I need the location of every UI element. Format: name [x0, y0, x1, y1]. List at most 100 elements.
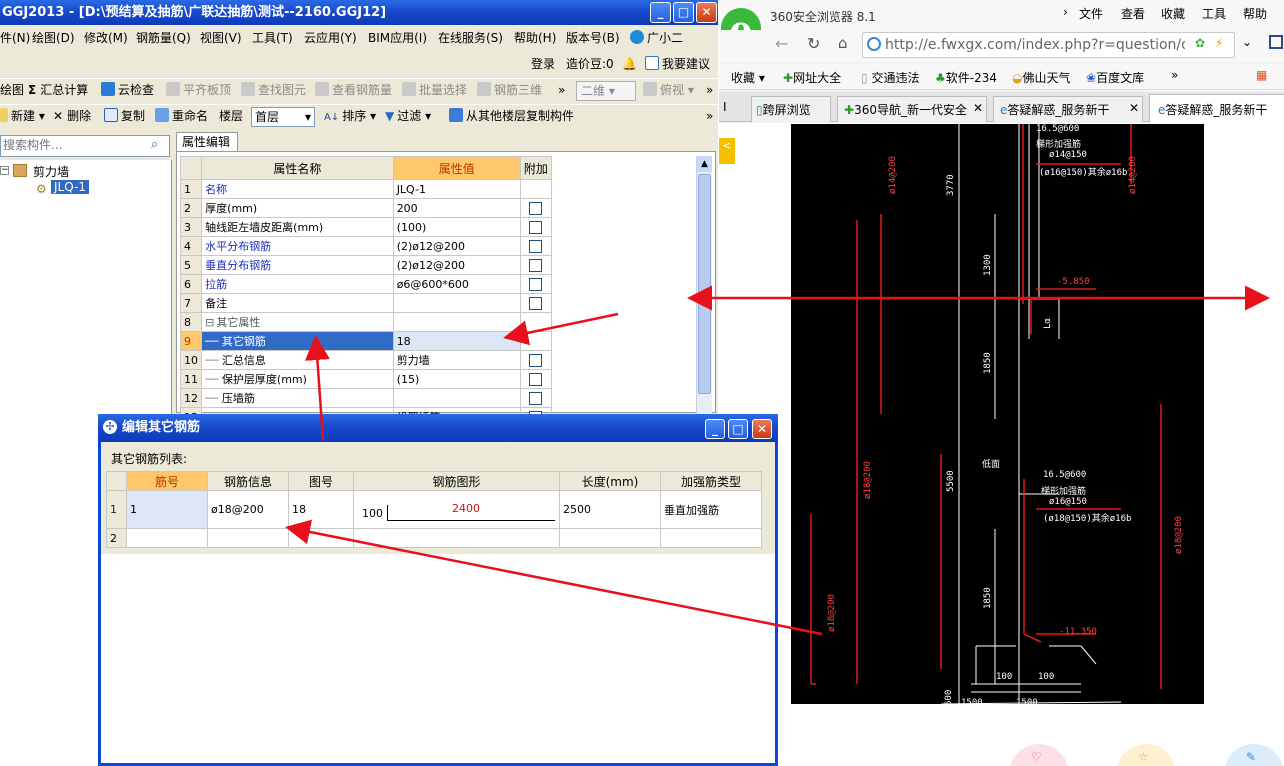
- property-value-cell[interactable]: (2)ø12@200: [392, 255, 521, 275]
- tab-360-nav[interactable]: ✚360导航_新一代安全 ✕: [837, 96, 987, 122]
- rebar-figure-cell[interactable]: 18: [288, 490, 354, 529]
- property-name-cell[interactable]: 厚度(mm): [201, 198, 394, 218]
- bookmark-site-nav[interactable]: ✚网址大全: [783, 69, 841, 86]
- menu-help[interactable]: 帮助(H): [514, 26, 556, 50]
- menu-bim[interactable]: BIM应用(I): [368, 26, 427, 50]
- scroll-thumb[interactable]: [698, 174, 711, 394]
- menu-tools[interactable]: 工具(T): [252, 26, 293, 50]
- tab-qa-1[interactable]: e答疑解惑_服务新干 ✕: [993, 96, 1143, 122]
- tree-collapse-icon[interactable]: −: [0, 166, 9, 175]
- menu-cloud[interactable]: 云应用(Y): [304, 26, 357, 50]
- group-collapse-icon[interactable]: ⊟: [205, 316, 214, 329]
- suggest-button[interactable]: 我要建议: [645, 52, 710, 76]
- property-row[interactable]: 9 ── 其它钢筋 18: [179, 331, 553, 351]
- rebar-info-cell[interactable]: ø18@200: [207, 490, 289, 529]
- scroll-up-icon[interactable]: ▲: [697, 156, 712, 172]
- menu-guangxiaoer[interactable]: 广小二: [630, 26, 683, 50]
- property-scrollbar[interactable]: ▲: [696, 156, 712, 414]
- tab-close-icon-2[interactable]: ✕: [1129, 101, 1139, 115]
- property-value-cell[interactable]: 200: [392, 198, 521, 218]
- rebar-type-cell[interactable]: [660, 528, 762, 548]
- property-name-cell[interactable]: 拉筋: [201, 274, 394, 294]
- close-button[interactable]: ✕: [696, 2, 717, 23]
- rebar-row[interactable]: 2: [106, 528, 762, 548]
- property-row[interactable]: 3 轴线距左墙皮距离(mm) (100): [179, 217, 553, 237]
- menu-online[interactable]: 在线服务(S): [438, 26, 503, 50]
- extra-checkbox[interactable]: [529, 296, 543, 310]
- dialog-close-button[interactable]: ✕: [752, 419, 772, 439]
- rebar-bar-no-cell[interactable]: 1: [126, 490, 208, 529]
- extra-checkbox[interactable]: [529, 201, 543, 215]
- rename-button[interactable]: 重命名: [155, 105, 208, 127]
- sort-button[interactable]: A↓ 排序 ▾: [324, 105, 376, 129]
- menu-help-browser[interactable]: 帮助: [1243, 5, 1267, 22]
- extra-checkbox[interactable]: [529, 239, 543, 253]
- property-value-cell[interactable]: ø6@600*600: [392, 274, 521, 294]
- extra-checkbox[interactable]: [529, 258, 543, 272]
- ggj-title-bar[interactable]: GGJ2013 - [D:\预结算及抽筋\广联达抽筋\测试--2160.GGJ1…: [0, 0, 718, 25]
- maximize-button[interactable]: □: [673, 2, 694, 23]
- bookmark-more-icon[interactable]: »: [1171, 68, 1178, 82]
- property-name-cell[interactable]: ── 其它钢筋: [201, 331, 394, 351]
- menu-edit[interactable]: 修改(M): [84, 26, 128, 50]
- property-value-cell[interactable]: [392, 388, 521, 408]
- top-view-button[interactable]: 俯视 ▾: [643, 79, 694, 101]
- property-row[interactable]: 1 名称 JLQ-1: [179, 179, 553, 199]
- menu-version[interactable]: 版本号(B): [566, 26, 620, 50]
- rebar-row[interactable]: 1 1 ø18@200 18 100 2400 2500 垂直加强筋: [106, 490, 762, 529]
- extension-icon[interactable]: [1269, 35, 1283, 49]
- dialog-maximize-button[interactable]: □: [728, 419, 748, 439]
- property-name-cell[interactable]: 垂直分布钢筋: [201, 255, 394, 275]
- property-row[interactable]: 4 水平分布钢筋 (2)ø12@200: [179, 236, 553, 256]
- property-value-cell[interactable]: (2)ø12@200: [392, 236, 521, 256]
- bell-icon[interactable]: 🔔: [622, 52, 637, 76]
- menu-view-browser[interactable]: 查看: [1121, 5, 1145, 22]
- property-value-cell[interactable]: [392, 312, 521, 332]
- tab-close-icon[interactable]: ✕: [973, 101, 983, 115]
- extra-checkbox[interactable]: [529, 353, 543, 367]
- rebar-length-cell[interactable]: 2500: [559, 490, 661, 529]
- rebar-figure-cell[interactable]: [288, 528, 354, 548]
- lightning-icon[interactable]: ⚡: [1215, 36, 1223, 50]
- extra-checkbox[interactable]: [529, 391, 543, 405]
- refresh-green-icon[interactable]: ✿: [1195, 36, 1205, 50]
- rebar-type-cell[interactable]: 垂直加强筋: [660, 490, 762, 529]
- tree-item-jlq1[interactable]: JLQ-1: [51, 180, 89, 194]
- view-mode-select[interactable]: 二维 ▾: [576, 81, 636, 101]
- url-field[interactable]: http://e.fwxgx.com/index.php?r=question/…: [862, 32, 1235, 58]
- property-value-cell[interactable]: [392, 293, 521, 313]
- property-name-cell[interactable]: 水平分布钢筋: [201, 236, 394, 256]
- apps-grid-icon[interactable]: ▦: [1256, 68, 1267, 82]
- flat-slab-button[interactable]: 平齐板顶: [166, 79, 231, 101]
- property-row[interactable]: 2 厚度(mm) 200: [179, 198, 553, 218]
- tab-qa-active[interactable]: e答疑解惑_服务新干: [1149, 94, 1284, 123]
- tree-root-wall[interactable]: 剪力墙: [33, 163, 69, 180]
- property-row[interactable]: 11 ── 保护层厚度(mm) (15): [179, 369, 553, 389]
- menu-file-browser[interactable]: 文件: [1079, 5, 1103, 22]
- more-chevron-icon-3[interactable]: »: [706, 105, 713, 127]
- rebar-length-cell[interactable]: [559, 528, 661, 548]
- batch-select-button[interactable]: 批量选择: [402, 79, 467, 101]
- side-panel-toggle[interactable]: <: [719, 138, 735, 164]
- view-rebar-button[interactable]: 查看钢筋量: [315, 79, 392, 101]
- property-row[interactable]: 8 ⊟ 其它属性: [179, 312, 553, 332]
- bookmark-software[interactable]: ♣软件-234: [935, 69, 997, 86]
- find-element-button[interactable]: 查找图元: [241, 79, 306, 101]
- address-dropdown-icon[interactable]: ⌄: [1242, 35, 1252, 49]
- sum-calc-button[interactable]: Σ 汇总计算: [28, 79, 88, 101]
- back-arrow-icon[interactable]: ←: [775, 34, 788, 53]
- property-value-cell[interactable]: JLQ-1: [392, 179, 521, 199]
- rebar-shape-cell[interactable]: [353, 528, 560, 548]
- bookmark-favorites[interactable]: 收藏 ▾: [731, 69, 765, 86]
- browser-back-chevron-icon[interactable]: ›: [1063, 5, 1068, 19]
- rebar-bar-no-cell[interactable]: [126, 528, 208, 548]
- extra-checkbox[interactable]: [529, 277, 543, 291]
- rebar-3d-button[interactable]: 钢筋三维: [477, 79, 542, 101]
- rebar-info-cell[interactable]: [207, 528, 289, 548]
- dialog-title-bar[interactable]: ✢ 编辑其它钢筋: [98, 414, 778, 442]
- home-icon[interactable]: ⌂: [838, 34, 848, 52]
- property-name-cell[interactable]: ── 汇总信息: [201, 350, 394, 370]
- property-name-cell[interactable]: 备注: [201, 293, 394, 313]
- tab-property-edit[interactable]: 属性编辑: [176, 132, 238, 151]
- property-value-cell[interactable]: 18: [392, 331, 521, 351]
